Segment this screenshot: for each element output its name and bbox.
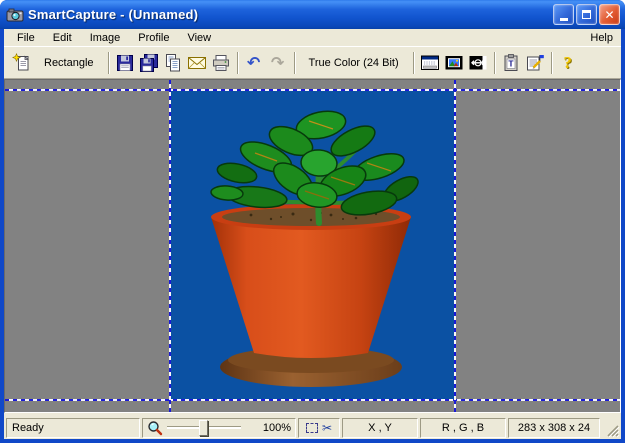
window-title: SmartCapture - (Unnamed) [28,7,553,22]
titlebar[interactable]: SmartCapture - (Unnamed) ✕ [0,0,625,29]
app-window: SmartCapture - (Unnamed) ✕ File Edit Ima… [0,0,625,443]
captured-plant-image [171,91,454,399]
selection-line-bottom [5,399,620,401]
toolbar-separator [108,52,109,74]
new-capture-button[interactable] [10,50,34,76]
capture-workspace[interactable] [4,79,621,413]
selection-line-top [5,89,620,91]
save-icon [115,53,135,73]
print-button[interactable] [209,50,233,76]
copy-button[interactable] [161,50,185,76]
menu-view[interactable]: View [178,31,220,45]
pixel-color-label: R , G , B [442,422,484,434]
minimize-icon [560,18,568,21]
selection-line-right [454,80,456,412]
toolbar-separator [551,52,552,74]
minimize-button[interactable] [553,4,574,25]
zoom-panel: 100% [142,418,296,438]
capture-window-icon [420,53,440,73]
help-icon: ? [563,53,572,73]
capture-exchange-icon [468,53,488,73]
menu-help[interactable]: Help [582,31,621,45]
zoom-slider[interactable] [167,426,241,429]
email-icon [187,53,207,73]
image-dimensions-panel: 283 x 308 x 24 [508,418,600,438]
properties-button[interactable] [523,50,547,76]
capture-mode-button[interactable]: Rectangle [34,50,104,76]
zoom-slider-thumb[interactable] [199,420,208,436]
redo-button[interactable]: ↷ [266,50,290,76]
cursor-position-panel: X , Y [342,418,418,438]
toolbar-separator [237,52,238,74]
capture-exchange-button[interactable] [466,50,490,76]
menu-profile[interactable]: Profile [129,31,178,45]
paste-clipboard-icon: T [501,53,521,73]
color-depth-button[interactable]: True Color (24 Bit) [299,50,409,76]
capture-window-button[interactable] [418,50,442,76]
print-icon [211,53,231,73]
camera-app-icon [6,6,24,24]
toolbar-separator [294,52,295,74]
close-icon: ✕ [604,9,614,21]
svg-text:T: T [508,58,514,68]
new-capture-icon [12,53,32,73]
marquee-icon[interactable] [306,423,318,433]
toolbar-separator [413,52,414,74]
toolbar: Rectangle [4,46,621,79]
selection-line-left [169,80,171,412]
save-button[interactable] [113,50,137,76]
resize-grip[interactable] [605,423,620,438]
copy-icon [163,53,183,73]
statusbar: Ready 100% ✂ X , Y R , G , B 283 x 308 x… [4,413,621,439]
redo-icon: ↷ [271,55,284,71]
maximize-icon [582,10,591,19]
undo-button[interactable]: ↶ [242,50,266,76]
selection-tools-panel: ✂ [298,418,340,438]
toolbar-separator [494,52,495,74]
capture-image-icon [444,53,464,73]
zoom-level: 100% [263,422,291,434]
maximize-button[interactable] [576,4,597,25]
menu-image[interactable]: Image [81,31,130,45]
capture-image-button[interactable] [442,50,466,76]
save-all-button[interactable] [137,50,161,76]
capture-mode-label: Rectangle [36,57,102,69]
menu-file[interactable]: File [8,31,44,45]
pixel-color-panel: R , G , B [420,418,506,438]
paste-clipboard-button[interactable]: T [499,50,523,76]
status-message-panel: Ready [6,418,140,438]
scissors-icon[interactable]: ✂ [322,422,332,434]
email-button[interactable] [185,50,209,76]
save-all-icon [139,53,159,73]
zoom-magnifier-icon [147,420,163,436]
menubar: File Edit Image Profile View Help [4,29,621,46]
color-depth-label: True Color (24 Bit) [301,57,407,69]
cursor-position-label: X , Y [368,422,392,434]
image-dimensions: 283 x 308 x 24 [518,422,590,434]
close-button[interactable]: ✕ [599,4,620,25]
undo-icon: ↶ [247,55,260,71]
menu-edit[interactable]: Edit [44,31,81,45]
help-button[interactable]: ? [556,50,580,76]
status-message: Ready [12,422,44,434]
properties-icon [525,53,545,73]
